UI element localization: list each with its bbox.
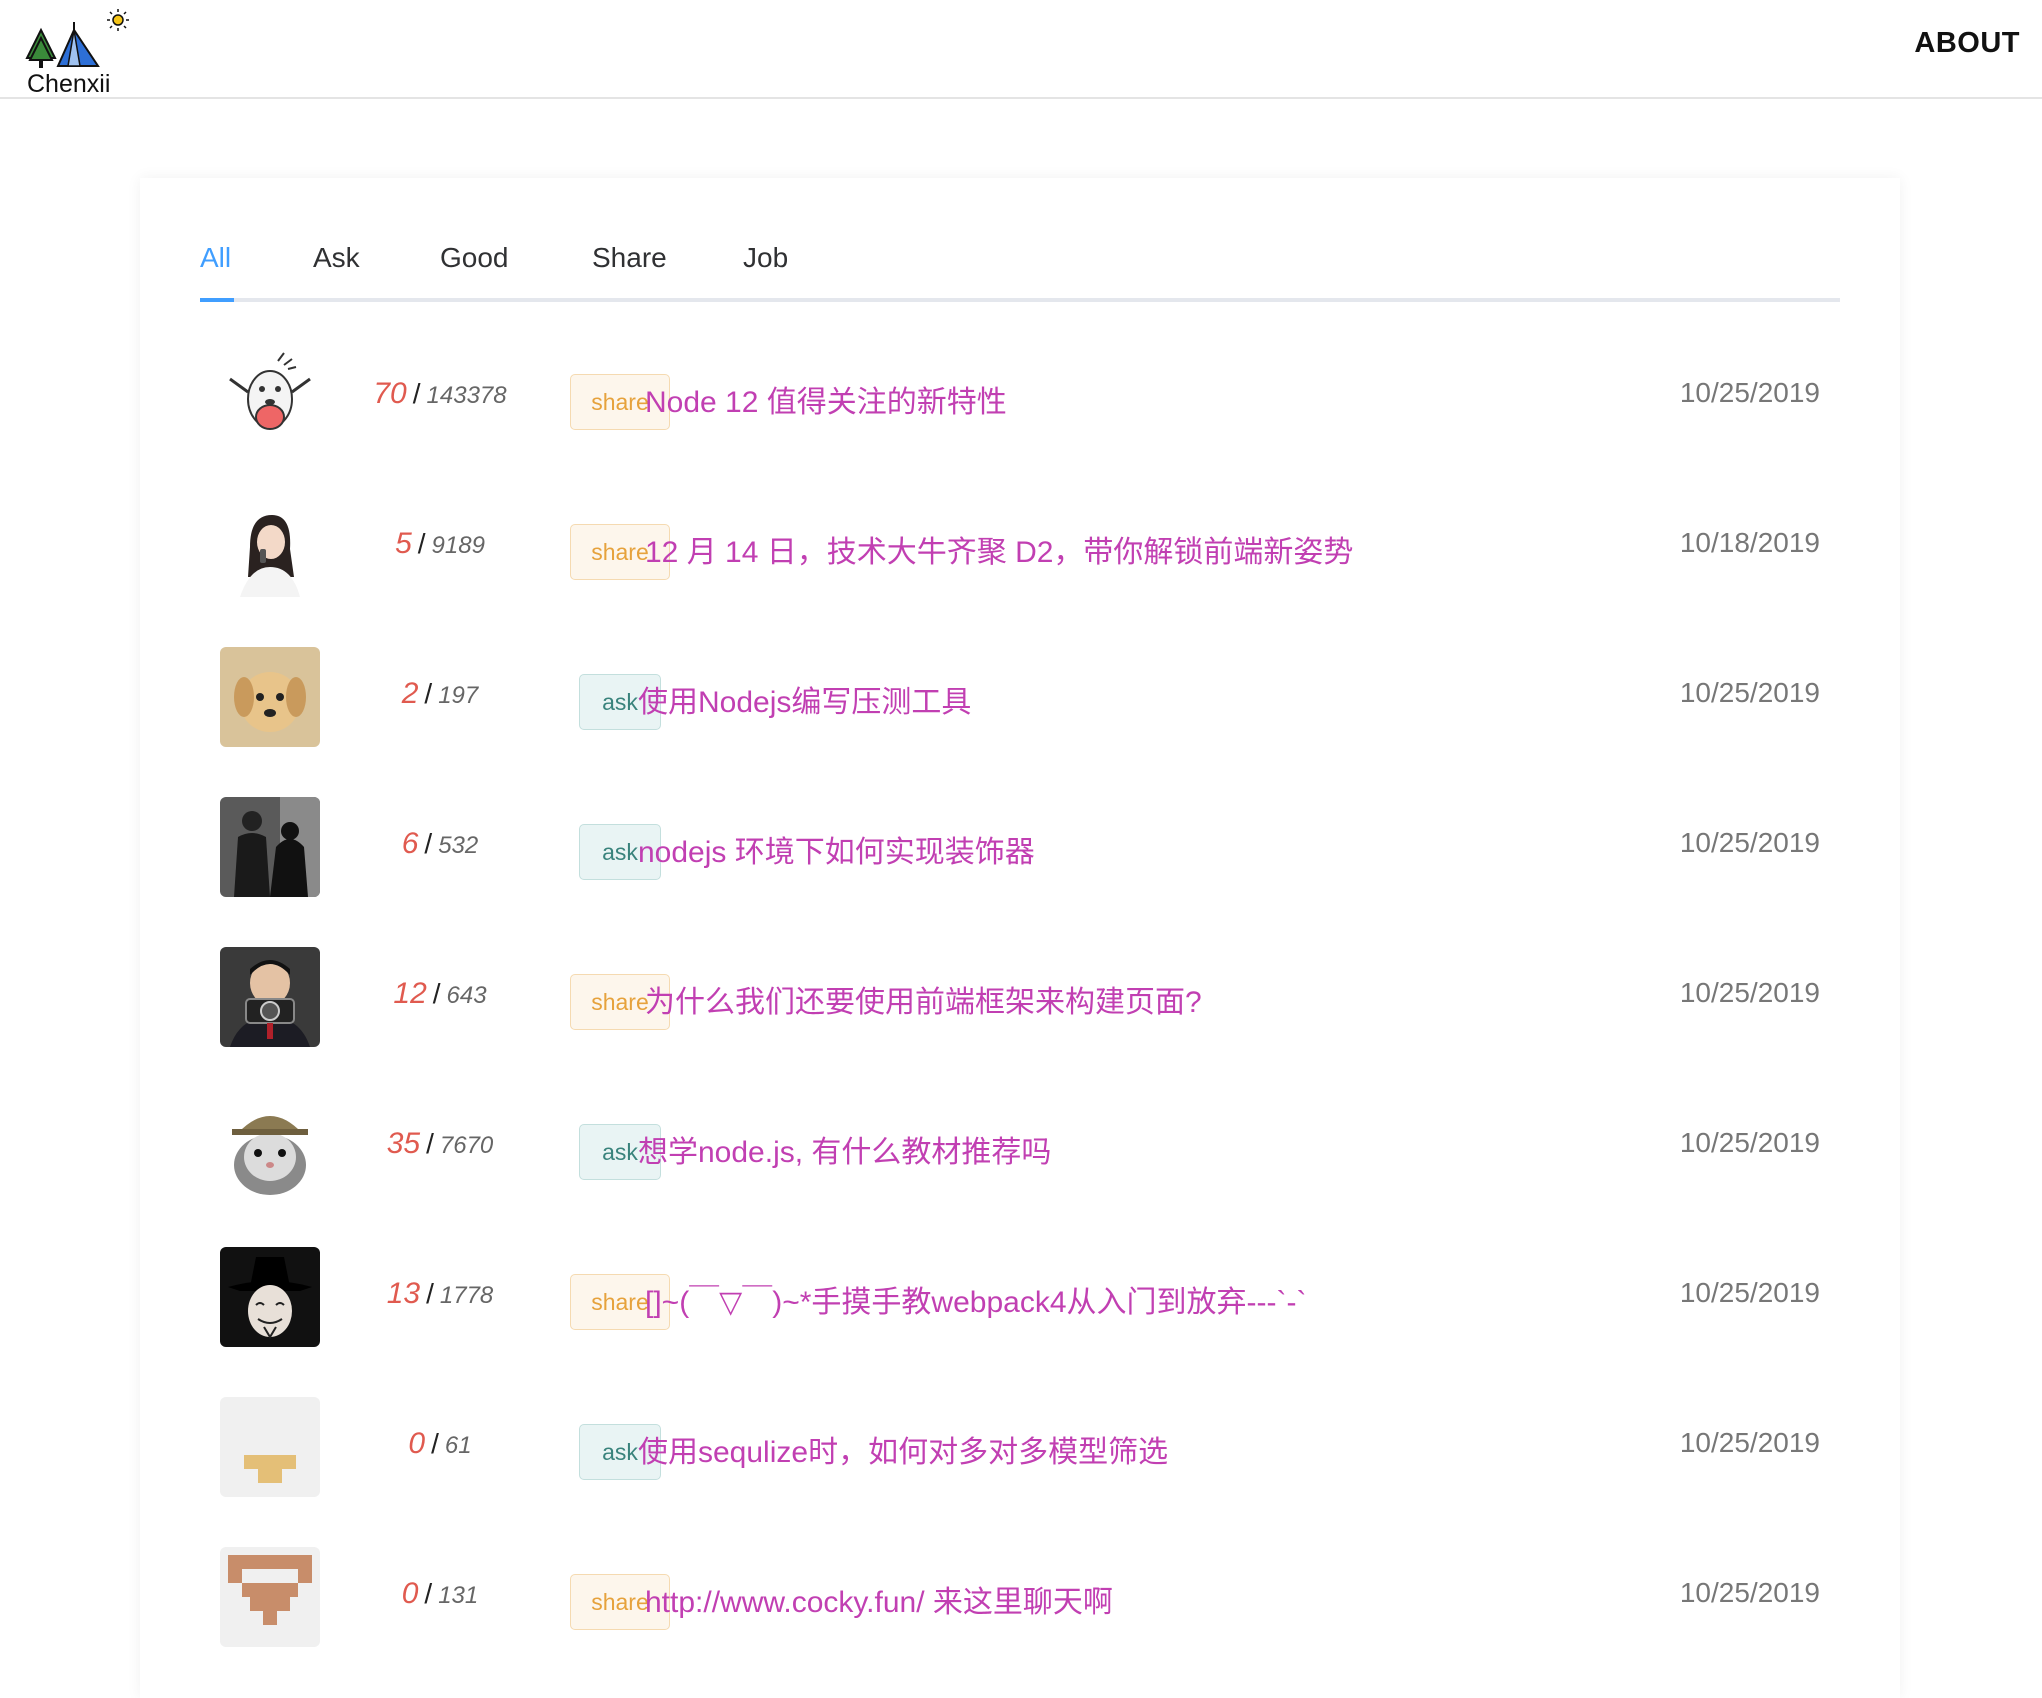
topic-title-link[interactable]: 12 月 14 日，技术大牛齐聚 D2，带你解锁前端新姿势 <box>645 527 1353 571</box>
mask-avatar-icon <box>220 1247 320 1347</box>
topic-date: 10/25/2019 <box>1679 677 1820 708</box>
reply-view-counts: 12/643 <box>320 977 560 1011</box>
identicon-yellow-avatar-icon <box>220 1397 320 1497</box>
reply-view-counts: 35/7670 <box>320 1127 560 1161</box>
reply-view-counts: 0/131 <box>320 1577 560 1611</box>
about-link[interactable]: ABOUT <box>1914 27 2020 60</box>
topic-row: 2/197 ask 使用Nodejs编写压测工具 10/25/2019 <box>220 647 1820 747</box>
user-avatar[interactable] <box>220 1097 320 1197</box>
logo-text: Chenxii <box>27 70 111 98</box>
reply-count: 6 <box>401 827 419 860</box>
topic-row: 35/7670 ask 想学node.js, 有什么教材推荐吗 10/25/20… <box>220 1097 1820 1197</box>
view-count: 643 <box>446 982 487 1009</box>
topic-row: 13/1778 share []~(￣▽￣)~*手摸手教webpack4从入门到… <box>220 1247 1820 1347</box>
topic-title-link[interactable]: 为什么我们还要使用前端框架来构建页面? <box>645 977 1202 1021</box>
site-logo[interactable]: Chenxii <box>24 8 144 98</box>
reply-count: 12 <box>393 977 427 1010</box>
topic-tabs: All Ask Good Share Job <box>200 240 1840 302</box>
tab-good[interactable]: Good <box>440 240 509 298</box>
reply-view-counts: 5/9189 <box>320 527 560 561</box>
reply-count: 2 <box>401 677 419 710</box>
tab-ask[interactable]: Ask <box>313 240 360 298</box>
topic-date: 10/25/2019 <box>1679 827 1820 858</box>
topic-list-card: All Ask Good Share Job 70/143378 share N… <box>140 178 1900 1698</box>
reply-count: 13 <box>386 1277 421 1310</box>
count-separator: / <box>424 1578 433 1609</box>
reply-view-counts: 2/197 <box>320 677 560 711</box>
view-count: 197 <box>438 682 479 709</box>
reply-count: 35 <box>386 1127 421 1160</box>
topic-title-link[interactable]: 想学node.js, 有什么教材推荐吗 <box>638 1127 1051 1171</box>
user-avatar[interactable] <box>220 1547 320 1647</box>
topic-date: 10/25/2019 <box>1679 1577 1820 1608</box>
cartoon-character-avatar-icon <box>220 347 320 447</box>
reply-count: 0 <box>401 1577 419 1610</box>
user-avatar[interactable] <box>220 797 320 897</box>
view-count: 61 <box>444 1432 472 1459</box>
user-avatar[interactable] <box>220 347 320 447</box>
user-avatar[interactable] <box>220 947 320 1047</box>
user-avatar[interactable] <box>220 1397 320 1497</box>
reply-view-counts: 6/532 <box>320 827 560 861</box>
topic-row: 6/532 ask nodejs 环境下如何实现装饰器 10/25/2019 <box>220 797 1820 897</box>
topic-row: 0/131 share http://www.cocky.fun/ 来这里聊天啊… <box>220 1547 1820 1647</box>
count-separator: / <box>424 678 433 709</box>
count-separator: / <box>412 378 421 409</box>
count-separator: / <box>432 978 441 1009</box>
dark-photo-avatar-icon <box>220 797 320 897</box>
hamster-hat-avatar-icon <box>220 1097 320 1197</box>
tab-share[interactable]: Share <box>592 240 667 298</box>
topic-date: 10/18/2019 <box>1679 527 1820 558</box>
reply-count: 5 <box>395 527 412 560</box>
view-count: 7670 <box>439 1132 494 1159</box>
count-separator: / <box>417 528 426 559</box>
topic-title-link[interactable]: []~(￣▽￣)~*手摸手教webpack4从入门到放弃---`-` <box>645 1277 1306 1321</box>
man-camera-avatar-icon <box>220 947 320 1047</box>
topic-title-link[interactable]: 使用sequlize时，如何对多对多模型筛选 <box>638 1427 1168 1471</box>
topic-title-link[interactable]: Node 12 值得关注的新特性 <box>645 377 1007 421</box>
count-separator: / <box>426 1278 434 1309</box>
topic-row: 5/9189 share 12 月 14 日，技术大牛齐聚 D2，带你解锁前端新… <box>220 497 1820 597</box>
view-count: 1778 <box>439 1282 494 1309</box>
topic-row: 70/143378 share Node 12 值得关注的新特性 10/25/2… <box>220 347 1820 447</box>
count-separator: / <box>424 828 433 859</box>
topic-date: 10/25/2019 <box>1679 1277 1820 1308</box>
topic-date: 10/25/2019 <box>1679 977 1820 1008</box>
view-count: 9189 <box>431 532 485 559</box>
view-count: 143378 <box>426 382 507 409</box>
puppy-avatar-icon <box>220 647 320 747</box>
view-count: 532 <box>438 832 479 859</box>
logo-trees-tent-sun-icon <box>25 9 129 68</box>
topic-date: 10/25/2019 <box>1679 1427 1820 1458</box>
count-separator: / <box>426 1128 434 1159</box>
user-avatar[interactable] <box>220 647 320 747</box>
top-navbar: Chenxii ABOUT <box>0 0 2042 99</box>
tab-all[interactable]: All <box>200 240 231 298</box>
tab-job[interactable]: Job <box>743 240 788 298</box>
reply-view-counts: 70/143378 <box>320 377 560 411</box>
active-tab-indicator <box>200 298 234 302</box>
reply-view-counts: 13/1778 <box>320 1277 560 1311</box>
topic-date: 10/25/2019 <box>1679 377 1820 408</box>
woman-phone-avatar-icon <box>220 497 320 597</box>
topic-row: 0/61 ask 使用sequlize时，如何对多对多模型筛选 10/25/20… <box>220 1397 1820 1497</box>
reply-view-counts: 0/61 <box>320 1427 560 1461</box>
topic-date: 10/25/2019 <box>1679 1127 1820 1158</box>
user-avatar[interactable] <box>220 497 320 597</box>
view-count: 131 <box>438 1582 479 1609</box>
reply-count: 70 <box>373 377 407 410</box>
topic-title-link[interactable]: http://www.cocky.fun/ 来这里聊天啊 <box>645 1577 1113 1621</box>
count-separator: / <box>431 1428 439 1459</box>
topic-title-link[interactable]: 使用Nodejs编写压测工具 <box>638 677 971 721</box>
reply-count: 0 <box>408 1427 426 1460</box>
user-avatar[interactable] <box>220 1247 320 1347</box>
identicon-brown-avatar-icon <box>220 1547 320 1647</box>
topic-row: 12/643 share 为什么我们还要使用前端框架来构建页面? 10/25/2… <box>220 947 1820 1047</box>
topic-title-link[interactable]: nodejs 环境下如何实现装饰器 <box>638 827 1035 871</box>
